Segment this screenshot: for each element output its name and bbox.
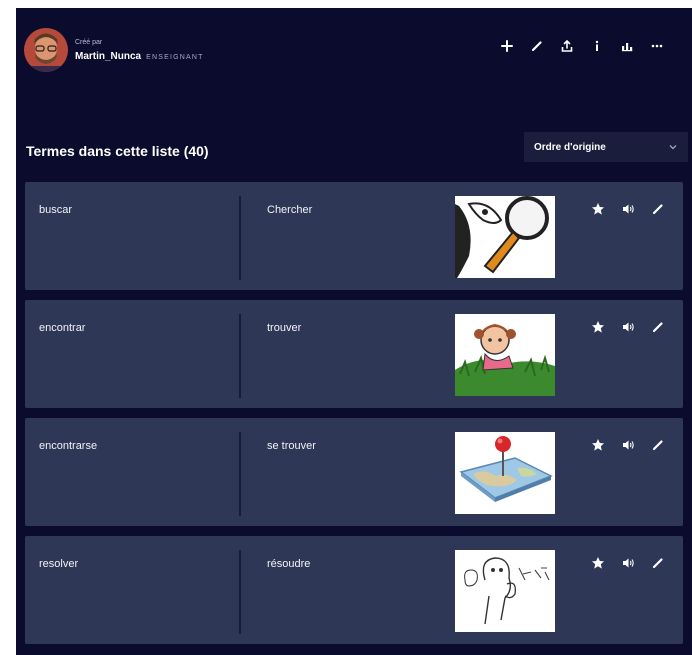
list-title: Termes dans cette liste (40): [26, 143, 209, 159]
set-toolbar: [492, 32, 672, 60]
card-actions: [583, 316, 673, 338]
stats-button[interactable]: [612, 32, 642, 60]
created-by-label: Créé par: [75, 39, 103, 46]
info-button[interactable]: [582, 32, 612, 60]
speaker-icon: [623, 322, 634, 332]
sort-order-value: Ordre d'origine: [534, 141, 606, 153]
term-text: encontrar: [39, 322, 86, 334]
card-actions: [583, 552, 673, 574]
speaker-icon: [623, 558, 634, 568]
card-divider: [239, 550, 241, 634]
star-icon: [592, 439, 604, 451]
term-card: buscar Chercher: [25, 182, 683, 290]
author-name[interactable]: Martin_Nunca: [75, 51, 141, 62]
sort-order-select[interactable]: Ordre d'origine: [524, 132, 688, 162]
card-actions: [583, 434, 673, 456]
term-image[interactable]: [455, 314, 555, 396]
term-card: encontrarse se trouver: [25, 418, 683, 526]
star-button[interactable]: [583, 198, 613, 220]
pencil-icon: [652, 440, 663, 451]
edit-term-button[interactable]: [643, 552, 673, 574]
definition-text: se trouver: [267, 440, 316, 452]
star-button[interactable]: [583, 552, 613, 574]
more-button[interactable]: [642, 32, 672, 60]
term-card: resolver résoudre: [25, 536, 683, 644]
author-role: ENSEIGNANT: [146, 54, 204, 61]
edit-term-button[interactable]: [643, 198, 673, 220]
term-image[interactable]: [455, 550, 555, 632]
definition-text: Chercher: [267, 204, 313, 216]
card-divider: [239, 314, 241, 398]
stats-icon: [622, 43, 633, 52]
star-button[interactable]: [583, 434, 613, 456]
pencil-icon: [652, 558, 663, 569]
speaker-icon: [623, 440, 634, 450]
term-text: encontrarse: [39, 440, 98, 452]
author-text: Créé par Martin_Nunca ENSEIGNANT: [75, 38, 204, 62]
star-icon: [592, 321, 604, 333]
pencil-icon: [531, 41, 542, 52]
edit-term-button[interactable]: [643, 316, 673, 338]
definition-text: résoudre: [267, 558, 311, 570]
author-name-row: Martin_Nunca ENSEIGNANT: [75, 51, 204, 62]
avatar[interactable]: [24, 28, 68, 72]
audio-button[interactable]: [613, 198, 643, 220]
plus-icon: [501, 40, 513, 52]
term-card: encontrar trouver: [25, 300, 683, 408]
star-button[interactable]: [583, 316, 613, 338]
share-button[interactable]: [552, 32, 582, 60]
edit-button[interactable]: [522, 32, 552, 60]
audio-button[interactable]: [613, 552, 643, 574]
app-window: Créé par Martin_Nunca ENSEIGNANT Termes …: [16, 8, 692, 655]
term-text: buscar: [39, 204, 73, 216]
card-divider: [239, 196, 241, 280]
chevron-down-icon: [669, 145, 677, 150]
pencil-icon: [652, 322, 663, 333]
definition-text: trouver: [267, 322, 302, 334]
pencil-icon: [652, 204, 663, 215]
add-button[interactable]: [492, 32, 522, 60]
author-info: Créé par Martin_Nunca ENSEIGNANT: [24, 28, 204, 72]
share-icon: [561, 39, 573, 52]
star-icon: [592, 557, 604, 569]
info-icon: [595, 40, 599, 51]
more-icon: [651, 44, 663, 48]
edit-term-button[interactable]: [643, 434, 673, 456]
card-actions: [583, 198, 673, 220]
audio-button[interactable]: [613, 316, 643, 338]
star-icon: [592, 203, 604, 215]
audio-button[interactable]: [613, 434, 643, 456]
term-text: resolver: [39, 558, 79, 570]
term-image[interactable]: [455, 432, 555, 514]
card-divider: [239, 432, 241, 516]
term-image[interactable]: [455, 196, 555, 278]
speaker-icon: [623, 204, 634, 214]
